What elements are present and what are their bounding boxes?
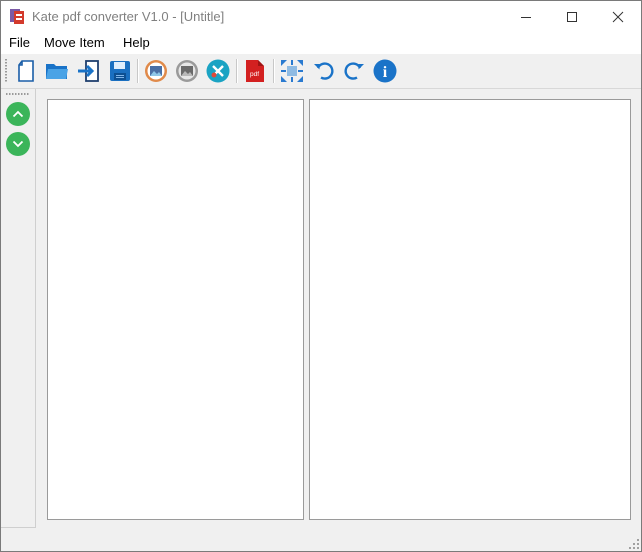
move-down-icon	[12, 140, 24, 148]
menu-bar: File Move Item Help	[1, 32, 641, 54]
app-logo-icon	[10, 9, 24, 24]
toolbar-separator	[273, 59, 275, 83]
import-icon	[78, 60, 99, 82]
side-toolbar-grip[interactable]	[6, 93, 30, 95]
settings-button[interactable]	[205, 58, 231, 84]
preview-panel[interactable]	[309, 99, 631, 520]
tools-icon	[206, 59, 230, 83]
side-toolbar	[1, 89, 36, 528]
info-glyph: i	[383, 64, 388, 81]
minimize-icon	[521, 16, 531, 18]
remove-image-button[interactable]	[174, 58, 200, 84]
fit-page-button[interactable]	[279, 58, 305, 84]
image-list-panel[interactable]	[47, 99, 304, 520]
menu-help[interactable]: Help	[123, 35, 150, 50]
pdf-badge-text: pdf	[250, 71, 259, 78]
info-icon: i	[373, 59, 397, 83]
close-button[interactable]	[595, 1, 641, 32]
menu-move-item[interactable]: Move Item	[44, 35, 105, 50]
move-up-button[interactable]	[6, 102, 30, 126]
new-button[interactable]	[13, 58, 39, 84]
close-icon	[612, 11, 624, 22]
maximize-button[interactable]	[549, 1, 595, 32]
open-button[interactable]	[44, 58, 70, 84]
menu-file[interactable]: File	[9, 35, 30, 50]
image-icon	[145, 60, 167, 82]
rotate-left-icon	[314, 62, 334, 80]
toolbar-separator	[137, 59, 139, 83]
rotate-right-icon	[344, 62, 364, 80]
app-window: Kate pdf converter V1.0 - [Untitle] File…	[0, 0, 642, 552]
pdf-icon: pdf	[246, 60, 264, 82]
export-pdf-button[interactable]: pdf	[242, 58, 268, 84]
fit-page-icon	[281, 60, 303, 82]
toolbar-grip[interactable]	[5, 59, 7, 83]
rotate-right-button[interactable]	[341, 58, 367, 84]
window-title: Kate pdf converter V1.0 - [Untitle]	[32, 9, 225, 24]
image-gray-icon	[176, 60, 198, 82]
maximize-icon	[567, 11, 577, 22]
save-button[interactable]	[107, 58, 133, 84]
move-down-button[interactable]	[6, 132, 30, 156]
title-bar[interactable]: Kate pdf converter V1.0 - [Untitle]	[1, 1, 641, 32]
import-button[interactable]	[76, 58, 102, 84]
rotate-left-button[interactable]	[311, 58, 337, 84]
new-document-icon	[18, 60, 34, 82]
main-toolbar: pdf i	[1, 54, 641, 89]
add-image-button[interactable]	[143, 58, 169, 84]
move-up-icon	[12, 110, 24, 118]
open-folder-icon	[46, 64, 68, 79]
save-icon	[110, 61, 130, 81]
toolbar-separator	[236, 59, 238, 83]
about-button[interactable]: i	[372, 58, 398, 84]
resize-grip-icon[interactable]	[629, 539, 639, 549]
minimize-button[interactable]	[503, 1, 549, 32]
